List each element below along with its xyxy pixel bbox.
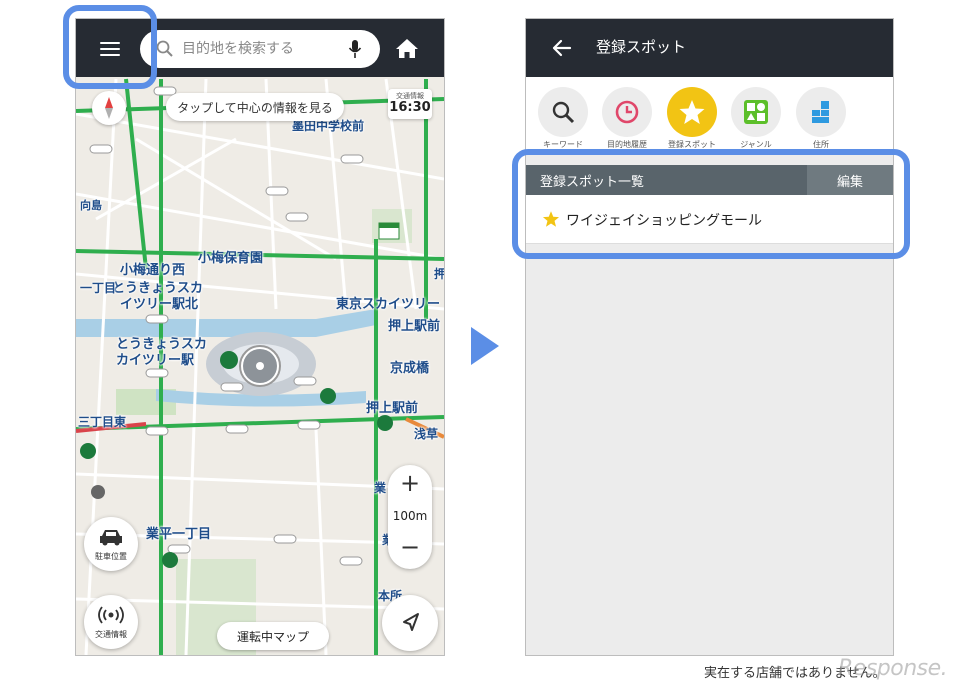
navigation-arrow-icon xyxy=(403,613,419,631)
zoom-out-button[interactable]: − xyxy=(388,533,432,561)
address-blocks-icon xyxy=(812,101,829,123)
category-genre[interactable]: ジャンル xyxy=(731,87,781,151)
search-icon xyxy=(156,40,173,57)
map-place-label: イツリー駅北 xyxy=(120,297,199,312)
search-icon xyxy=(552,101,575,124)
map-place-label: 押上駅前 xyxy=(388,319,441,334)
history-clock-icon xyxy=(615,100,639,124)
search-bar[interactable] xyxy=(140,30,380,68)
driving-map-button[interactable]: 運転中マップ xyxy=(217,622,329,650)
genre-grid-icon xyxy=(744,100,768,124)
broadcast-icon xyxy=(98,606,124,624)
map-place-label: 京成橋 xyxy=(390,361,430,376)
traffic-info-button[interactable]: 交通情報 xyxy=(84,595,138,649)
category-registered-spot-circle xyxy=(667,87,717,137)
map-place-label: 東京スカイツリー xyxy=(336,297,441,312)
home-icon[interactable] xyxy=(394,36,420,60)
traffic-info-time[interactable]: 交通情報 16:30 xyxy=(388,89,432,119)
compass-icon xyxy=(105,97,113,119)
category-address[interactable]: 住所 xyxy=(796,87,846,151)
category-genre-circle xyxy=(731,87,781,137)
map-place-label: 小梅通り西 xyxy=(120,263,186,278)
map-place-label: 押上駅前 xyxy=(366,401,419,416)
map-place-label: 業平一丁目 xyxy=(146,527,212,542)
parking-position-label: 駐車位置 xyxy=(95,552,127,561)
microphone-icon[interactable] xyxy=(348,39,362,59)
map-place-label: 小梅保育園 xyxy=(198,251,264,266)
page-title: 登録スポット xyxy=(596,38,687,56)
current-location-button[interactable] xyxy=(382,595,438,651)
map-screen: 墨田中学校前 向島 小梅保育園 小梅通り西 とうきょうスカ イツリー駅北 とうきょうスカ カイ… xyxy=(75,18,445,656)
traffic-update-time: 16:30 xyxy=(389,100,431,115)
map-place-label: 一丁目 xyxy=(80,281,117,295)
response-watermark: Response. xyxy=(838,656,948,681)
map-place-label: 業 xyxy=(374,481,387,495)
traffic-info-button-label: 交通情報 xyxy=(95,630,127,639)
category-address-circle xyxy=(796,87,846,137)
parking-position-button[interactable]: 駐車位置 xyxy=(84,517,138,571)
map-place-label: 向島 xyxy=(80,199,102,212)
registered-spots-screen: 登録スポット キーワード 目的地履歴 登録スポット ジャンル 住所 登録スポット… xyxy=(525,18,894,656)
category-registered-spot[interactable]: 登録スポット xyxy=(667,87,717,151)
star-icon xyxy=(679,100,705,124)
menu-highlight-frame xyxy=(63,5,157,89)
back-arrow-icon[interactable] xyxy=(552,39,572,57)
category-keyword[interactable]: キーワード xyxy=(538,87,588,151)
compass-button[interactable] xyxy=(92,91,126,125)
category-row: キーワード 目的地履歴 登録スポット ジャンル 住所 xyxy=(526,77,893,153)
spots-top-bar: 登録スポット xyxy=(526,19,893,77)
category-history[interactable]: 目的地履歴 xyxy=(602,87,652,151)
map-place-label: 三丁目東 xyxy=(78,415,127,429)
map-place-label: 押 xyxy=(434,265,444,282)
map-place-label: カイツリー駅 xyxy=(116,353,195,368)
zoom-in-button[interactable]: + xyxy=(388,469,432,497)
car-icon xyxy=(100,530,122,546)
center-info-button[interactable]: タップして中心の情報を見る xyxy=(166,93,344,121)
spot-list-highlight-frame xyxy=(512,149,910,259)
map-place-label: 浅草 xyxy=(414,427,439,441)
category-history-circle xyxy=(602,87,652,137)
next-step-arrow-icon xyxy=(471,327,499,365)
zoom-control: + 100m − xyxy=(388,465,432,569)
destination-search-input[interactable] xyxy=(180,40,349,58)
map-scale: 100m xyxy=(392,509,428,523)
category-keyword-circle xyxy=(538,87,588,137)
